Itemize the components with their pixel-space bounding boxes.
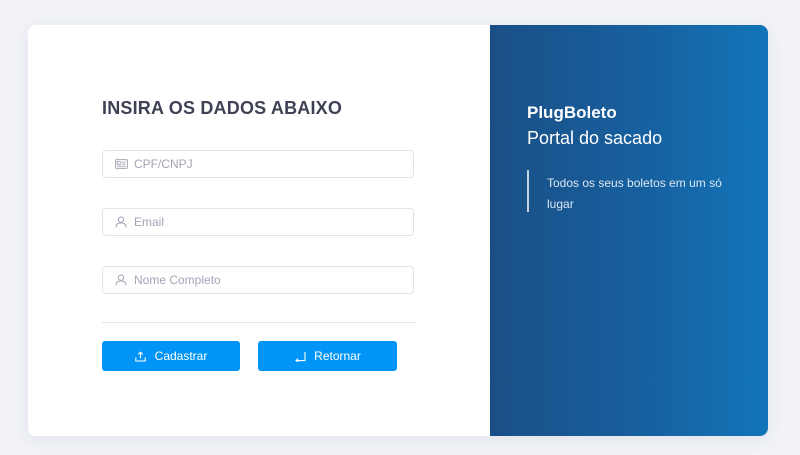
- full-name-field[interactable]: [102, 266, 414, 294]
- return-arrow-icon: [294, 350, 306, 362]
- form-divider: [102, 322, 416, 323]
- user-icon: [114, 273, 128, 287]
- brand-panel: PlugBoleto Portal do sacado Todos os seu…: [490, 25, 768, 436]
- email-input[interactable]: [134, 215, 404, 229]
- register-button-label: Cadastrar: [154, 349, 208, 363]
- full-name-input[interactable]: [134, 273, 404, 287]
- user-icon: [114, 215, 128, 229]
- signup-card: INSIRA OS DADOS ABAIXO CPF/CNPJ Email No…: [28, 25, 768, 436]
- email-field[interactable]: [102, 208, 414, 236]
- cpf-cnpj-input[interactable]: [134, 157, 404, 171]
- back-button[interactable]: Retornar: [258, 341, 397, 371]
- form-title: INSIRA OS DADOS ABAIXO: [102, 98, 343, 118]
- upload-icon: [135, 350, 147, 362]
- register-button[interactable]: Cadastrar: [102, 341, 240, 371]
- brand-tagline: Todos os seus boletos em um só lugar: [527, 170, 742, 212]
- cpf-cnpj-field[interactable]: [102, 150, 414, 178]
- form-panel: INSIRA OS DADOS ABAIXO CPF/CNPJ Email No…: [28, 25, 490, 436]
- brand-subtitle: Portal do sacado: [527, 128, 663, 148]
- id-card-icon: [114, 157, 128, 171]
- brand-name: PlugBoleto: [527, 103, 617, 122]
- back-button-label: Retornar: [314, 349, 361, 363]
